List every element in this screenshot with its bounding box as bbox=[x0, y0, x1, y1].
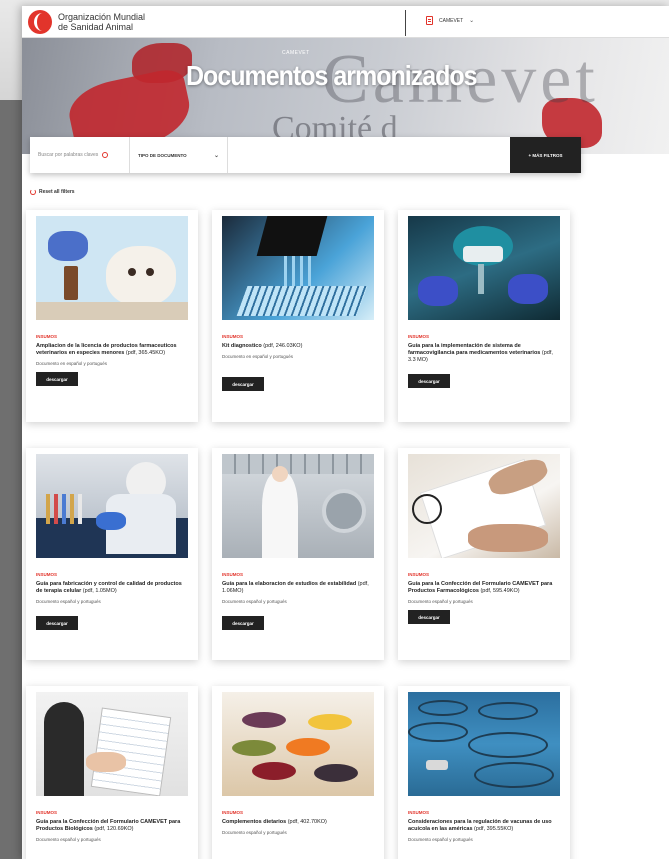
site-selector-label: CAMEVET bbox=[439, 17, 464, 24]
card-category: INSUMOS bbox=[408, 334, 430, 339]
card-image-lab-tubes bbox=[36, 454, 188, 558]
download-button[interactable]: descargar bbox=[408, 610, 450, 624]
card-title: Consideraciones para la regulación de va… bbox=[408, 819, 560, 833]
card-language-note: Documento español y portugués bbox=[36, 599, 101, 604]
search-icon[interactable] bbox=[102, 152, 109, 158]
browser-page: Organización Mundial de Sanidad Animal C… bbox=[22, 6, 669, 859]
card-category: INSUMOS bbox=[408, 572, 430, 577]
document-card: INSUMOS Guía para fabricación y control … bbox=[26, 448, 198, 660]
document-card: INSUMOS Consideraciones para la regulaci… bbox=[398, 686, 570, 859]
woah-logo-icon bbox=[28, 9, 52, 34]
more-filters-button[interactable]: + MÁS FILTROS bbox=[510, 137, 581, 173]
card-category: INSUMOS bbox=[408, 810, 430, 815]
card-title: Guía para la implementación de sistema d… bbox=[408, 343, 560, 364]
card-title: Kit diagnostico (pdf, 246.03KO) bbox=[222, 343, 374, 350]
document-card: INSUMOS Guía para la Confección del Form… bbox=[398, 448, 570, 660]
document-icon bbox=[426, 16, 433, 25]
card-file-size: (pdf, 120.69KO) bbox=[94, 826, 134, 832]
page-title: Documentos armonizados bbox=[186, 60, 478, 92]
card-image-lab-microscope bbox=[408, 216, 560, 320]
header-divider bbox=[405, 10, 406, 36]
document-type-dropdown[interactable]: TIPO DE DOCUMENTO ⌄ bbox=[130, 137, 228, 173]
hero-overline: CAMEVET bbox=[282, 50, 310, 56]
card-file-size: (pdf, 246.03KO) bbox=[263, 343, 303, 349]
document-card: INSUMOS Guía para la elaboracion de estu… bbox=[212, 448, 384, 660]
card-title: Complementos dietarios (pdf, 402.70KO) bbox=[222, 819, 374, 826]
site-header: Organización Mundial de Sanidad Animal C… bbox=[22, 6, 669, 38]
reset-filters-link[interactable]: Reset all filters bbox=[30, 189, 75, 195]
card-language-note: Documento español y portugués bbox=[408, 599, 473, 604]
card-title-text: Complementos dietarios bbox=[222, 819, 287, 825]
card-language-note: Documento español y portugués bbox=[222, 599, 287, 604]
card-title: Guía para la Confección del Formulario C… bbox=[408, 581, 560, 595]
site-selector[interactable]: CAMEVET ⌄ bbox=[426, 16, 474, 25]
card-image-supplements bbox=[222, 692, 374, 796]
card-image-writing bbox=[408, 454, 560, 558]
card-image-lab-pipette bbox=[222, 216, 374, 320]
reset-icon bbox=[30, 189, 36, 195]
card-title-text: Guía para la elaboracion de estudios de … bbox=[222, 581, 357, 587]
search-input[interactable]: Buscar por palabras claves bbox=[30, 137, 130, 173]
chevron-down-icon: ⌄ bbox=[469, 18, 475, 24]
card-language-note: Documento en español y portugués bbox=[36, 361, 108, 366]
card-file-size: (pdf, 395.55KO) bbox=[474, 826, 514, 832]
org-name: Organización Mundial de Sanidad Animal bbox=[58, 12, 145, 32]
card-image-factory bbox=[222, 454, 374, 558]
document-card: INSUMOS Ampliacion de la licencia de pro… bbox=[26, 210, 198, 422]
card-file-size: (pdf, 1.05MO) bbox=[82, 588, 117, 594]
download-button[interactable]: descargar bbox=[222, 616, 264, 630]
filter-bar: Buscar por palabras claves TIPO DE DOCUM… bbox=[30, 137, 581, 173]
card-file-size: (pdf, 402.70KO) bbox=[287, 819, 327, 825]
card-title: Ampliacion de la licencia de productos f… bbox=[36, 343, 188, 357]
card-category: INSUMOS bbox=[36, 334, 58, 339]
document-card: INSUMOS Complementos dietarios (pdf, 402… bbox=[212, 686, 384, 859]
card-title-text: Guía para la implementación de sistema d… bbox=[408, 343, 541, 356]
card-image-fish-farm bbox=[408, 692, 560, 796]
card-title-text: Kit diagnostico bbox=[222, 343, 262, 349]
card-category: INSUMOS bbox=[36, 572, 58, 577]
card-file-size: (pdf, 365.45KO) bbox=[125, 350, 166, 356]
card-language-note: Documento español y portugués bbox=[222, 830, 287, 835]
card-image-vet-dog bbox=[36, 216, 188, 320]
download-button[interactable]: descargar bbox=[36, 372, 78, 386]
document-card: INSUMOS Guía para la Confección del Form… bbox=[26, 686, 198, 859]
search-placeholder: Buscar por palabras claves bbox=[38, 152, 99, 158]
card-file-size: (pdf, 595.49KO) bbox=[480, 588, 520, 594]
card-category: INSUMOS bbox=[222, 572, 244, 577]
document-type-label: TIPO DE DOCUMENTO bbox=[138, 152, 187, 158]
card-category: INSUMOS bbox=[36, 810, 58, 815]
org-logo[interactable]: Organización Mundial de Sanidad Animal bbox=[28, 9, 145, 34]
card-category: INSUMOS bbox=[222, 810, 244, 815]
card-language-note: Documento español y portugués bbox=[408, 837, 473, 842]
card-language-note: Documento español y portugués bbox=[36, 837, 101, 842]
download-button[interactable]: descargar bbox=[36, 616, 78, 630]
card-language-note: Documento en español y portugués bbox=[222, 354, 294, 359]
org-name-line2: de Sanidad Animal bbox=[58, 21, 134, 32]
org-name-line1: Organización Mundial bbox=[58, 11, 146, 22]
card-title: Guía para fabricación y control de calid… bbox=[36, 581, 188, 595]
card-title: Guía para la elaboracion de estudios de … bbox=[222, 581, 374, 595]
chevron-down-icon: ⌄ bbox=[213, 152, 219, 159]
more-filters-label: + MÁS FILTROS bbox=[528, 152, 563, 158]
card-title: Guía para la Confección del Formulario C… bbox=[36, 819, 188, 833]
document-card: INSUMOS Guía para la implementación de s… bbox=[398, 210, 570, 422]
download-button[interactable]: descargar bbox=[408, 374, 450, 388]
reset-filters-label: Reset all filters bbox=[39, 189, 75, 195]
download-button[interactable]: descargar bbox=[222, 377, 264, 391]
document-card: INSUMOS Kit diagnostico (pdf, 246.03KO) … bbox=[212, 210, 384, 422]
card-category: INSUMOS bbox=[222, 334, 244, 339]
card-image-notepad bbox=[36, 692, 188, 796]
